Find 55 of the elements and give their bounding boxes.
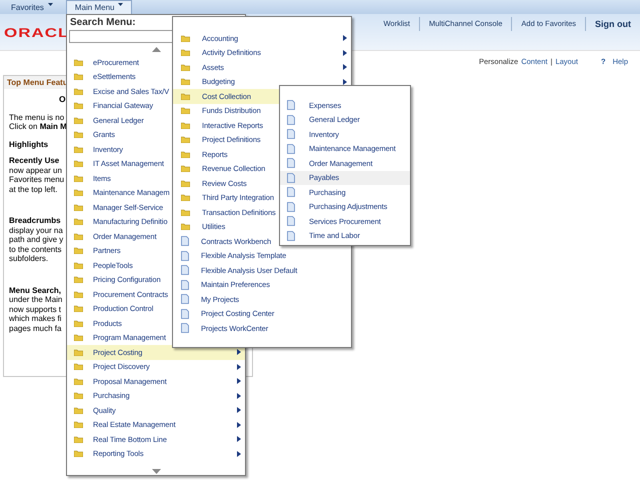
submenu-arrow-icon <box>343 50 347 56</box>
document-icon <box>287 230 295 241</box>
document-icon <box>287 187 295 198</box>
body-text: The menu is no <box>9 112 64 122</box>
document-icon <box>287 114 295 125</box>
document-icon <box>287 129 295 140</box>
submenu-arrow-icon <box>237 407 241 414</box>
body-text: now supports t <box>9 304 62 314</box>
dropdown-caret-icon <box>48 3 53 6</box>
document-icon <box>181 280 189 290</box>
logo: ORACL <box>4 26 70 40</box>
body-text: now appear un <box>9 166 62 175</box>
document-icon <box>181 236 189 246</box>
section-heading: Breadcrumbs <box>9 216 61 226</box>
document-icon <box>287 158 295 168</box>
document-icon <box>287 172 295 183</box>
body-text: display your na <box>9 226 63 235</box>
menu-tab[interactable]: Favorites <box>2 0 62 15</box>
document-icon <box>181 323 189 334</box>
scroll-up-icon[interactable] <box>152 46 160 52</box>
body-text: subfolders. <box>9 254 48 264</box>
document-icon <box>287 100 295 110</box>
body-text: under the Main <box>9 295 62 304</box>
body-text: Favorites menu <box>9 175 64 184</box>
document-icon <box>181 308 189 319</box>
submenu-arrow-icon <box>343 64 347 70</box>
body-text: which makes fi <box>9 314 62 324</box>
section-heading: Menu Search, <box>9 286 62 295</box>
submenu-arrow-icon <box>237 364 241 370</box>
section-heading: Recently Use <box>9 156 60 166</box>
submenu-arrow-icon <box>237 392 241 399</box>
document-icon <box>181 294 189 304</box>
pagelet-heading: O <box>59 95 66 104</box>
scroll-down-icon[interactable] <box>152 468 160 474</box>
submenu-arrow-icon <box>237 436 241 442</box>
document-icon <box>287 144 295 154</box>
body-text: at the top left. <box>9 184 58 194</box>
submenu-arrow-icon <box>237 422 241 428</box>
submenu-arrow-icon <box>237 349 241 356</box>
body-text: to the contents <box>9 244 62 254</box>
dropdown-caret-icon <box>118 3 124 6</box>
submenu-arrow-icon <box>343 78 347 85</box>
document-icon <box>181 250 189 261</box>
submenu-arrow-icon <box>237 378 241 384</box>
submenu-arrow-icon <box>343 35 347 42</box>
search-label: Search Menu: <box>69 16 137 28</box>
body-text: pages much fa <box>9 324 62 333</box>
section-heading: Highlights <box>9 140 48 149</box>
document-icon <box>181 265 189 276</box>
body-text: path and give y <box>9 235 64 244</box>
menu-tab[interactable]: Main Menu <box>66 0 132 15</box>
document-icon <box>287 216 295 226</box>
document-icon <box>287 202 295 212</box>
header-link[interactable]: Sign out <box>585 17 640 31</box>
submenu-arrow-icon <box>237 450 241 457</box>
